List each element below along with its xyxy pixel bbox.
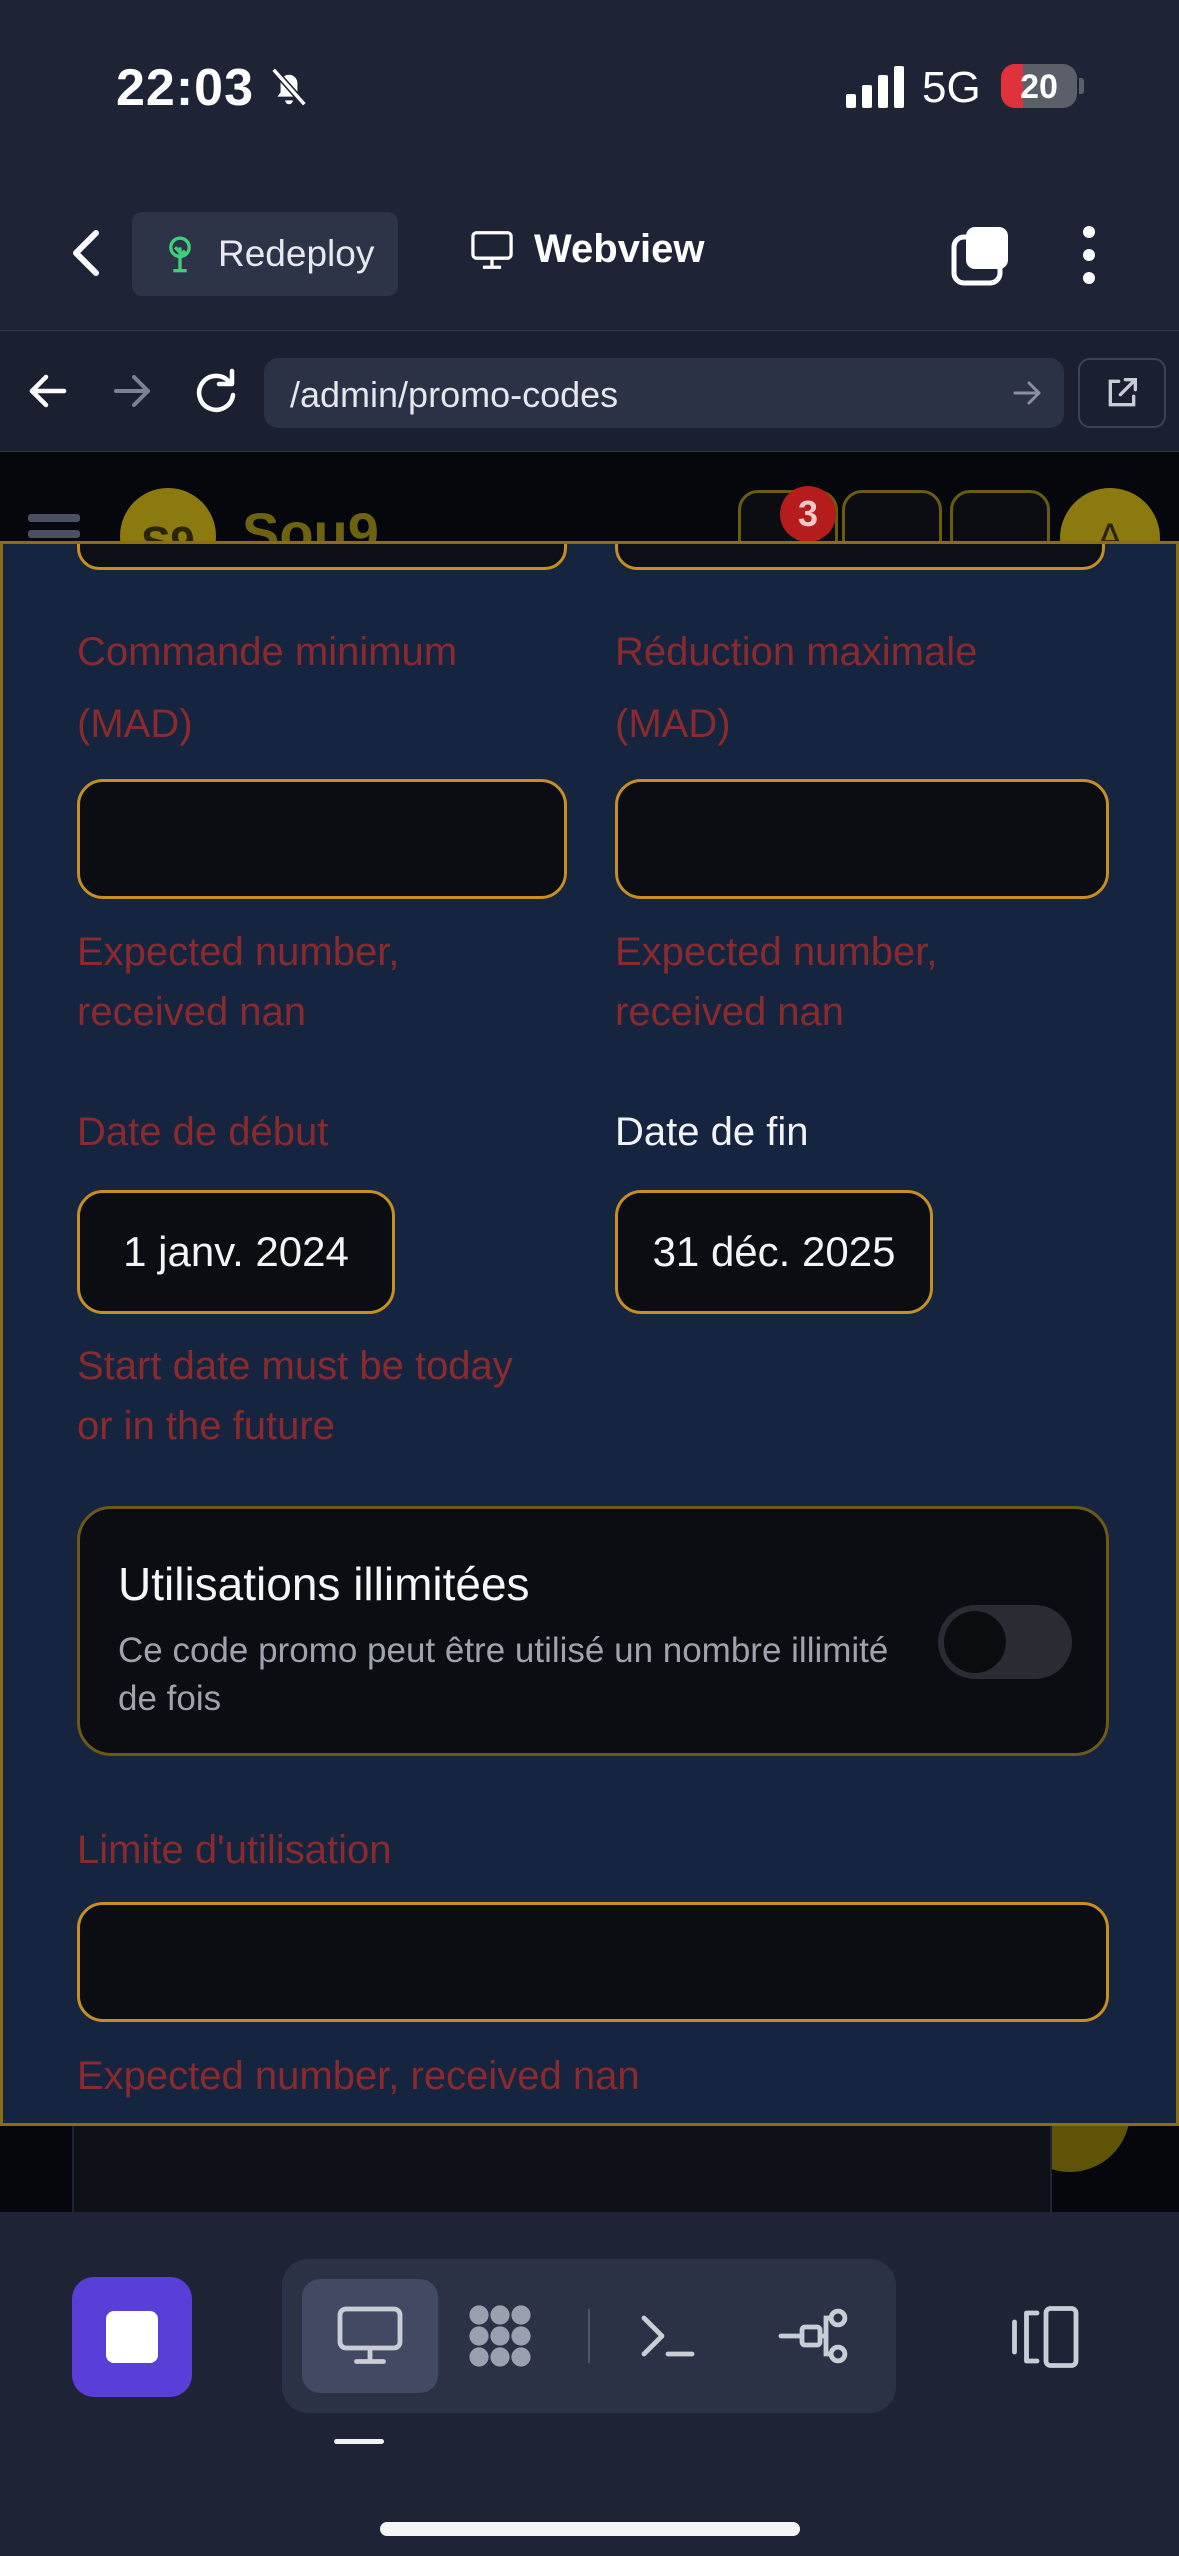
- stop-button[interactable]: [72, 2277, 192, 2397]
- deploy-tree-icon: [169, 236, 191, 273]
- unlimited-usage-title: Utilisations illimitées: [118, 1558, 530, 1610]
- reload-icon[interactable]: [186, 361, 246, 421]
- battery-level: 20: [1020, 68, 1058, 106]
- tabs-switcher-icon[interactable]: [950, 225, 1012, 287]
- usage-limit-input[interactable]: [77, 1902, 1109, 2022]
- redeploy-button[interactable]: Redeploy: [132, 212, 398, 296]
- view-switcher: [282, 2259, 896, 2413]
- active-tab-indicator: [334, 2439, 384, 2444]
- open-external-button[interactable]: [1078, 358, 1166, 428]
- battery-tip: [1079, 78, 1084, 94]
- end-date-picker[interactable]: 31 déc. 2025: [615, 1190, 933, 1314]
- toggle-knob: [944, 1611, 1006, 1673]
- battery-icon: 20: [1001, 64, 1077, 108]
- webview-label: Webview: [534, 227, 705, 271]
- promo-code-form: Commande minimum (MAD) Réduction maximal…: [0, 541, 1179, 2126]
- url-input[interactable]: /admin/promo-codes: [264, 358, 1064, 428]
- end-date-label: Date de fin: [615, 1110, 809, 1154]
- notification-badge: 3: [780, 486, 836, 542]
- monitor-icon: [471, 230, 513, 269]
- segment-divider: [588, 2309, 590, 2363]
- workflow-icon[interactable]: [778, 2300, 850, 2372]
- bottom-toolbar: [0, 2212, 1179, 2556]
- previous-field-left[interactable]: [77, 544, 567, 570]
- start-date-label: Date de début: [77, 1110, 329, 1154]
- start-date-error: Start date must be today or in the futur…: [77, 1344, 513, 1448]
- max-discount-input[interactable]: [615, 779, 1109, 899]
- terminal-icon[interactable]: [632, 2300, 704, 2372]
- webview-tab[interactable]: Webview: [470, 227, 704, 272]
- status-bar: 22:03 5G 20: [0, 0, 1179, 175]
- background-card: [72, 2114, 1052, 2212]
- external-link-icon: [1108, 378, 1137, 407]
- unlimited-usage-toggle[interactable]: [938, 1605, 1072, 1679]
- side-panel-icon[interactable]: [1010, 2304, 1082, 2370]
- max-discount-label: Réduction maximale (MAD): [615, 630, 978, 746]
- usage-limit-label: Limite d'utilisation: [77, 1828, 392, 1872]
- usage-limit-error: Expected number, received nan: [77, 2054, 640, 2098]
- start-date-picker[interactable]: 1 janv. 2024: [77, 1190, 395, 1314]
- cellular-signal-icon: [846, 66, 904, 108]
- previous-field-right[interactable]: [615, 544, 1105, 570]
- back-chevron-icon[interactable]: [58, 223, 114, 283]
- bell-muted-icon: [271, 67, 307, 107]
- url-text: /admin/promo-codes: [290, 374, 619, 415]
- network-type: 5G: [922, 63, 981, 112]
- stop-icon: [106, 2311, 158, 2363]
- min-order-input[interactable]: [77, 779, 567, 899]
- desktop-icon: [337, 2306, 403, 2364]
- redeploy-label: Redeploy: [218, 233, 375, 274]
- max-discount-error: Expected number, received nan: [615, 930, 938, 1034]
- apps-grid-icon[interactable]: [464, 2300, 536, 2372]
- home-indicator[interactable]: [380, 2522, 800, 2536]
- go-arrow-icon[interactable]: [1010, 376, 1044, 410]
- arrow-left-icon[interactable]: [18, 361, 78, 421]
- app-header: Redeploy Webview: [0, 175, 1179, 330]
- min-order-label: Commande minimum (MAD): [77, 630, 458, 746]
- unlimited-usage-description: Ce code promo peut être utilisé un nombr…: [118, 1631, 889, 1718]
- min-order-error: Expected number, received nan: [77, 930, 400, 1034]
- browser-url-bar: /admin/promo-codes: [0, 330, 1179, 452]
- more-vertical-icon[interactable]: [1064, 220, 1114, 290]
- unlimited-usage-card: Utilisations illimitées Ce code promo pe…: [77, 1506, 1109, 1756]
- arrow-right-icon[interactable]: [102, 361, 162, 421]
- status-time: 22:03: [116, 59, 254, 117]
